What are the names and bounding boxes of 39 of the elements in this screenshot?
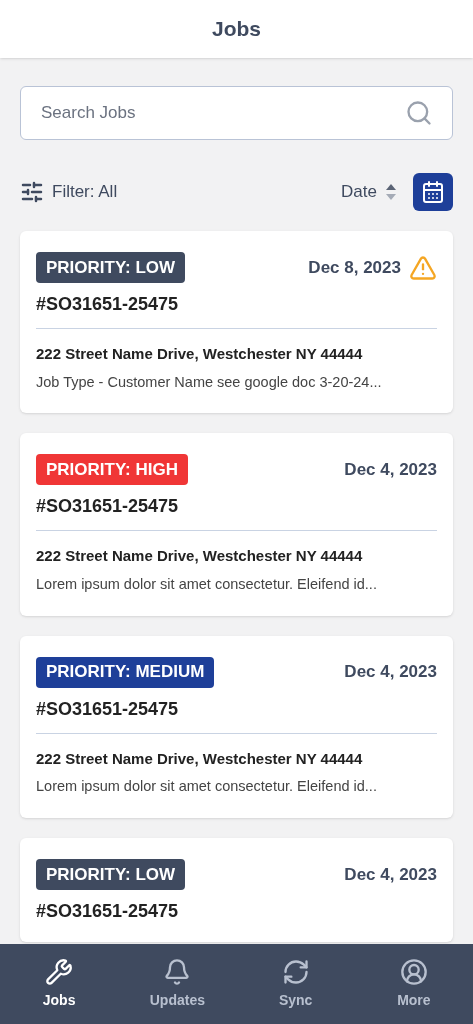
priority-tag: PRIORITY: MEDIUM bbox=[36, 656, 215, 688]
filter-button[interactable]: Filter: All bbox=[20, 179, 118, 205]
sliders-icon bbox=[20, 180, 44, 204]
job-number: #SO31651-25475 bbox=[36, 899, 180, 922]
sort-icon bbox=[385, 183, 397, 201]
job-card[interactable]: PRIORITY: LOW Dec 4, 2023 #SO31651-25475 bbox=[20, 837, 453, 942]
calendar-button[interactable] bbox=[413, 173, 453, 211]
sync-icon bbox=[281, 957, 310, 986]
job-date: Dec 8, 2023 bbox=[308, 256, 401, 279]
job-number: #SO31651-25475 bbox=[36, 495, 180, 518]
job-card[interactable]: PRIORITY: MEDIUM Dec 4, 2023 #SO31651-25475 222 Street Name Drive, Westchester NY 44444 Lorem ipsum dolor sit amet consectetur. Eleifend id... bbox=[20, 635, 453, 818]
job-date: Dec 4, 2023 bbox=[344, 863, 437, 886]
job-description: Job Type - Customer Name see google doc 3-20-24... bbox=[36, 372, 383, 392]
wrench-icon bbox=[45, 957, 74, 986]
job-number: #SO31651-25475 bbox=[36, 293, 180, 315]
job-description: Lorem ipsum dolor sit amet consectetur. Eleifend id... bbox=[36, 574, 378, 594]
job-card[interactable]: PRIORITY: HIGH Dec 4, 2023 #SO31651-25475 222 Street Name Drive, Westchester NY 44444 Lorem ipsum dolor sit amet consectetur. Eleifend id... bbox=[20, 433, 453, 616]
job-date: Dec 4, 2023 bbox=[344, 661, 437, 684]
job-date: Dec 4, 2023 bbox=[344, 459, 437, 481]
job-description: Lorem ipsum dolor sit amet consectetur. Eleifend id... bbox=[36, 777, 378, 796]
search-field[interactable]: Search Jobs bbox=[20, 86, 453, 140]
priority-tag: PRIORITY: LOW bbox=[36, 252, 186, 283]
user-icon bbox=[399, 957, 428, 986]
search-icon bbox=[405, 99, 433, 127]
bell-icon bbox=[163, 957, 192, 986]
sort-button[interactable]: Date bbox=[341, 179, 397, 205]
page-title: Jobs bbox=[212, 16, 261, 43]
job-address: 222 Street Name Drive, Westchester NY 44444 bbox=[36, 344, 364, 364]
job-number: #SO31651-25475 bbox=[36, 697, 180, 720]
calendar-icon bbox=[421, 180, 445, 204]
job-address: 222 Street Name Drive, Westchester NY 44444 bbox=[36, 748, 364, 769]
priority-tag: PRIORITY: LOW bbox=[36, 858, 186, 890]
nav-tab[interactable]: More bbox=[354, 944, 473, 1024]
nav-tab[interactable]: Updates bbox=[118, 944, 237, 1024]
nav-tab[interactable]: Jobs bbox=[0, 944, 119, 1024]
nav-tab[interactable]: Sync bbox=[236, 944, 355, 1024]
job-card[interactable]: PRIORITY: LOW Dec 8, 2023 #SO31651-25475 222 Street Name Drive, Westchester NY 44444 Job Type - Customer Name see google doc 3-20-24... bbox=[20, 231, 453, 414]
priority-tag: PRIORITY: HIGH bbox=[36, 454, 188, 486]
job-address: 222 Street Name Drive, Westchester NY 44444 bbox=[36, 546, 364, 567]
